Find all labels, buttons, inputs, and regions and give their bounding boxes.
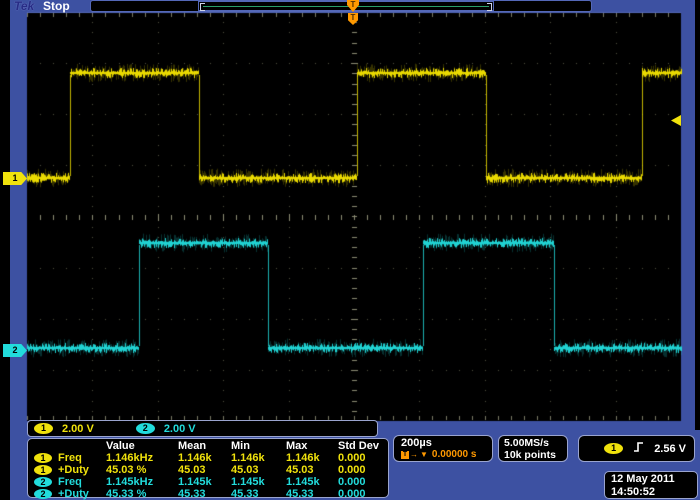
- channel-2-badge: 2: [34, 489, 52, 499]
- trigger-position-readout: 0.00000 s: [432, 449, 477, 461]
- title-bar: Tek Stop T: [10, 0, 695, 13]
- datetime-box: 12 May 2011 14:50:52: [604, 471, 698, 499]
- measurement-row: 2 Freq 1.145kHz 1.145k 1.145k 1.145k 0.0…: [28, 476, 388, 488]
- measurement-row: 1 Freq 1.146kHz 1.146k 1.146k 1.146k 0.0…: [28, 452, 388, 464]
- acquisition-readout-box: 5.00MS/s 10k points: [498, 435, 568, 462]
- channel-1-badge: 1: [34, 453, 52, 463]
- measurement-panel: Value Mean Min Max Std Dev 1 Freq 1.146k…: [27, 438, 389, 498]
- record-view-bar: [198, 1, 494, 11]
- window-bracket-right: [487, 3, 492, 11]
- channel-scale-bar: 1 2.00 V 2 2.00 V: [27, 420, 378, 437]
- channel-1-scale: 2.00 V: [62, 423, 94, 435]
- acquisition-status: Stop: [43, 0, 70, 13]
- bezel-left-edge: [0, 0, 10, 500]
- rising-edge-icon: [633, 440, 644, 458]
- record-strip: [90, 0, 592, 12]
- time-per-division: 200µs: [401, 437, 492, 449]
- sample-rate: 5.00MS/s: [504, 437, 567, 449]
- measurement-row: 2 +Duty 45.33 % 45.33 45.33 45.33 0.000: [28, 488, 388, 500]
- channel-1-badge: 1: [34, 423, 53, 434]
- tek-logo: Tek: [14, 0, 34, 13]
- trigger-position-readout-icon: T→▼: [401, 449, 429, 461]
- measurement-header-row: Value Mean Min Max Std Dev: [28, 440, 388, 452]
- bezel-right-edge: [695, 0, 700, 430]
- horizontal-readout-box: 200µs T→▼ 0.00000 s: [393, 435, 493, 462]
- record-length: 10k points: [504, 449, 567, 461]
- trigger-readout-box: 1 2.56 V: [578, 435, 695, 462]
- measurement-row: 1 +Duty 45.03 % 45.03 45.03 45.03 0.000: [28, 464, 388, 476]
- record-waveform-line: [203, 6, 489, 7]
- trigger-source-badge: 1: [604, 443, 623, 454]
- window-bracket-left: [200, 3, 205, 11]
- trigger-level-readout: 2.56 V: [654, 443, 686, 455]
- channel-2-badge: 2: [34, 477, 52, 487]
- time-readout: 14:50:52: [611, 486, 697, 499]
- channel-2-badge: 2: [136, 423, 155, 434]
- channel-1-badge: 1: [34, 465, 52, 475]
- channel-2-scale: 2.00 V: [164, 423, 196, 435]
- oscilloscope-screen: Tek Stop T T 1 2 1 2.00 V 2 2.00 V Value…: [0, 0, 700, 500]
- date-readout: 12 May 2011: [611, 473, 697, 486]
